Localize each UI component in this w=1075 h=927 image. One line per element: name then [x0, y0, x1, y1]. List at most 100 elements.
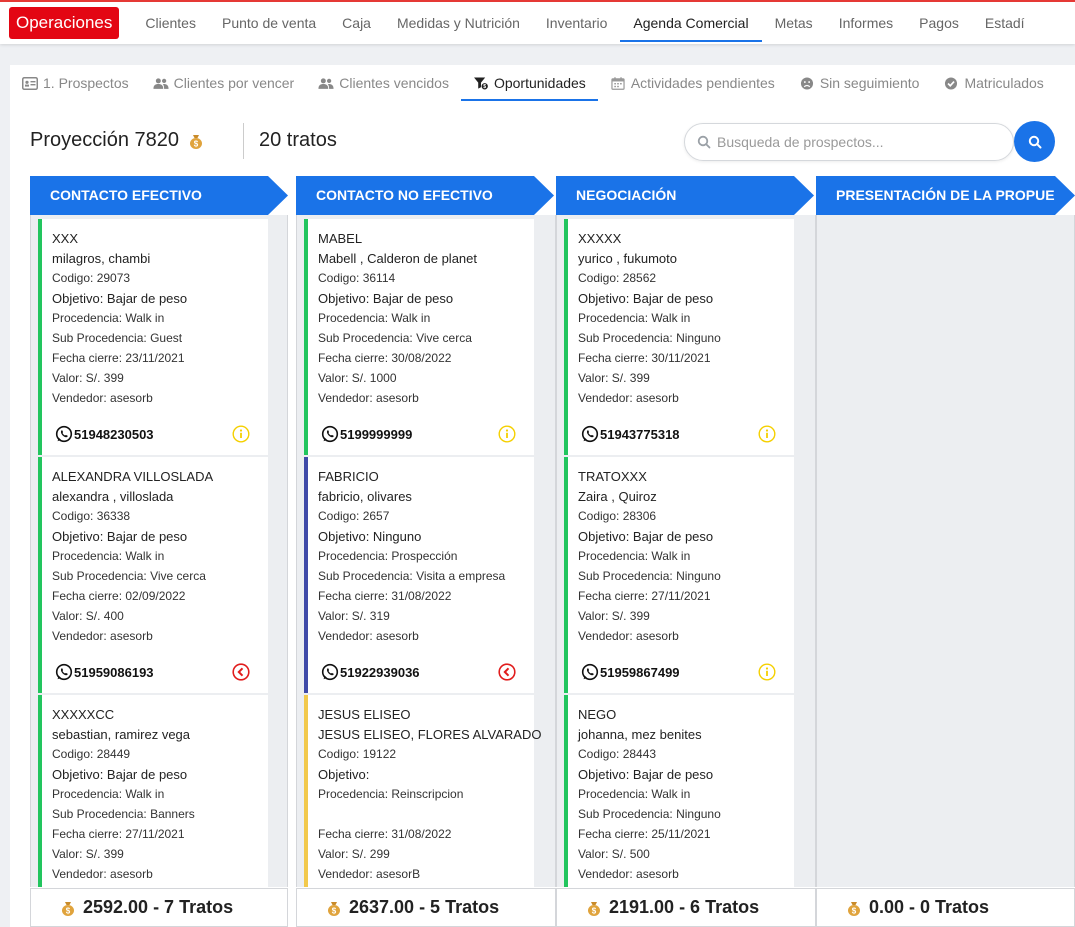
deals-count: 20 tratos [259, 129, 337, 151]
funnel-icon: $ [474, 76, 488, 90]
card-name: Mabell , Calderon de planet [318, 251, 477, 266]
whatsapp-link[interactable]: 51943775318 [581, 425, 680, 443]
money-bag-icon: $ [189, 134, 202, 149]
back-arrow-icon[interactable] [498, 663, 516, 681]
nav-item-1[interactable]: Punto de venta [209, 2, 329, 44]
card-sub-procedencia: Sub Procedencia: Banners [52, 807, 195, 821]
card-code-name: XXX [52, 231, 79, 246]
whatsapp-link[interactable]: 51922939036 [321, 663, 420, 681]
column-footer: $2637.00 - 5 Tratos [296, 888, 556, 927]
users-icon [318, 77, 334, 89]
card-vendedor: Vendedor: asesorb [52, 629, 153, 643]
subtab-4[interactable]: Actividades pendientes [598, 65, 787, 101]
nav-item-6[interactable]: Metas [762, 2, 826, 44]
nav-item-0[interactable]: Clientes [132, 2, 209, 44]
whatsapp-link[interactable]: 51948230503 [55, 425, 154, 443]
money-bag-icon: $ [328, 901, 340, 916]
info-icon[interactable] [498, 425, 516, 443]
card-codigo: Codigo: 28306 [578, 509, 657, 523]
back-arrow-icon[interactable] [232, 663, 250, 681]
deal-card[interactable]: XXXXXCC sebastian, ramirez vega Codigo: 28… [38, 695, 268, 887]
column-header[interactable]: CONTACTO NO EFECTIVO [296, 176, 554, 215]
card-vendedor: Vendedor: asesorb [52, 867, 153, 881]
money-bag-icon: $ [848, 901, 860, 916]
nav-item-2[interactable]: Caja [329, 2, 384, 44]
card-valor: Valor: S/. 400 [52, 609, 124, 623]
card-vendedor: Vendedor: asesorb [318, 629, 419, 643]
nav-item-9[interactable]: Estadí [972, 2, 1038, 44]
column-header[interactable]: CONTACTO EFECTIVO [30, 176, 288, 215]
card-objetivo: Objetivo: Bajar de peso [52, 767, 188, 782]
card-procedencia: Procedencia: Walk in [578, 549, 691, 563]
subtab-5[interactable]: Sin seguimiento [787, 65, 932, 101]
money-bag-icon: $ [588, 901, 600, 916]
subtab-label: Sin seguimiento [819, 75, 920, 91]
subtab-3[interactable]: $ Oportunidades [460, 65, 598, 101]
column-title: CONTACTO EFECTIVO [50, 187, 202, 203]
kanban-panel: Proyección 7820 $ 20 tratos CONTACTO EFE… [10, 101, 1075, 927]
card-vendedor: Vendedor: asesorb [578, 391, 679, 405]
card-code-name: FABRICIO [318, 469, 379, 484]
card-procedencia: Procedencia: Walk in [318, 311, 431, 325]
column-total: 2637.00 - 5 Tratos [349, 897, 500, 917]
card-fecha: Fecha cierre: 30/08/2022 [318, 351, 452, 365]
column-header[interactable]: NEGOCIACIÓN [556, 176, 814, 215]
card-codigo: Codigo: 29073 [52, 271, 131, 285]
sub-tabs: 1. Prospectos Clientes por vencer Clientes… [10, 65, 1075, 101]
column-body [816, 215, 1075, 887]
card-valor: Valor: S/. 500 [578, 847, 650, 861]
card-name: alexandra , villoslada [52, 489, 174, 504]
svg-text:$: $ [66, 906, 71, 915]
card-vendedor: Vendedor: asesorb [578, 629, 679, 643]
nav-item-4[interactable]: Inventario [533, 2, 620, 44]
svg-text:$: $ [592, 906, 597, 915]
card-valor: Valor: S/. 1000 [318, 371, 397, 385]
deal-card[interactable]: JESUS ELISEO JESUS ELISEO, FLORES ALVARAD… [304, 695, 541, 887]
search-input[interactable] [717, 134, 997, 150]
deal-card[interactable]: FABRICIO fabricio, olivares Codigo: 2657 Ob… [304, 457, 534, 693]
card-procedencia: Procedencia: Reinscripcion [318, 787, 464, 801]
card-name: sebastian, ramirez vega [52, 727, 191, 742]
subtab-1[interactable]: Clientes por vencer [141, 65, 307, 101]
subtab-2[interactable]: Clientes vencidos [306, 65, 461, 101]
card-objetivo: Objetivo: Bajar de peso [52, 291, 188, 306]
card-code-name: XXXXXCC [52, 707, 115, 722]
deal-card[interactable]: NEGO johanna, mez benites Codigo: 28443 Obj… [564, 695, 794, 887]
whatsapp-icon [321, 425, 339, 443]
whatsapp-link[interactable]: 51959086193 [55, 663, 154, 681]
deal-card[interactable]: XXX milagros, chambi Codigo: 29073 Objetivo… [38, 219, 268, 455]
card-name: johanna, mez benites [578, 727, 702, 742]
info-icon[interactable] [232, 425, 250, 443]
info-icon[interactable] [758, 425, 776, 443]
subtab-6[interactable]: Matriculados [931, 65, 1055, 101]
pipeline-column-0: CONTACTO EFECTIVO XXX milagros, chambi Codi… [30, 176, 288, 927]
card-sub-procedencia: Sub Procedencia: Ninguno [578, 569, 721, 583]
card-code-name: MABEL [318, 231, 363, 246]
nav-item-8[interactable]: Pagos [906, 2, 972, 44]
deal-card[interactable]: MABEL Mabell , Calderon de planet Codigo: … [304, 219, 534, 455]
deal-card[interactable]: TRATOXXX Zaira , Quiroz Codigo: 28306 Objet… [564, 457, 794, 693]
nav-item-5[interactable]: Agenda Comercial [620, 2, 762, 44]
card-sub-procedencia: Sub Procedencia: Visita a empresa [318, 569, 506, 583]
brand-button[interactable]: Operaciones [9, 7, 120, 39]
card-valor: Valor: S/. 399 [52, 371, 124, 385]
column-header[interactable]: PRESENTACIÓN DE LA PROPUEST [816, 176, 1075, 215]
whatsapp-link[interactable]: 5199999999 [321, 425, 412, 443]
card-fecha: Fecha cierre: 23/11/2021 [52, 351, 185, 365]
card-code-name: XXXXX [578, 231, 622, 246]
whatsapp-link[interactable]: 51959867499 [581, 663, 680, 681]
card-fecha: Fecha cierre: 25/11/2021 [578, 827, 711, 841]
column-body: XXXXX yurico , fukumoto Codigo: 28562 Objet… [556, 215, 816, 887]
column-footer: $0.00 - 0 Tratos [816, 888, 1075, 927]
deal-card[interactable]: XXXXX yurico , fukumoto Codigo: 28562 Objet… [564, 219, 794, 455]
nav-item-7[interactable]: Informes [826, 2, 906, 44]
deal-card[interactable]: ALEXANDRA VILLOSLADA alexandra , villosla… [38, 457, 268, 693]
card-procedencia: Procedencia: Walk in [52, 549, 165, 563]
card-procedencia: Procedencia: Prospección [318, 549, 458, 563]
projection-label: Proyección 7820 [30, 129, 179, 151]
info-icon[interactable] [758, 663, 776, 681]
subtab-0[interactable]: 1. Prospectos [10, 65, 141, 101]
nav-item-3[interactable]: Medidas y Nutrición [384, 2, 533, 44]
card-codigo: Codigo: 2657 [318, 509, 390, 523]
search-button[interactable] [1014, 121, 1055, 162]
